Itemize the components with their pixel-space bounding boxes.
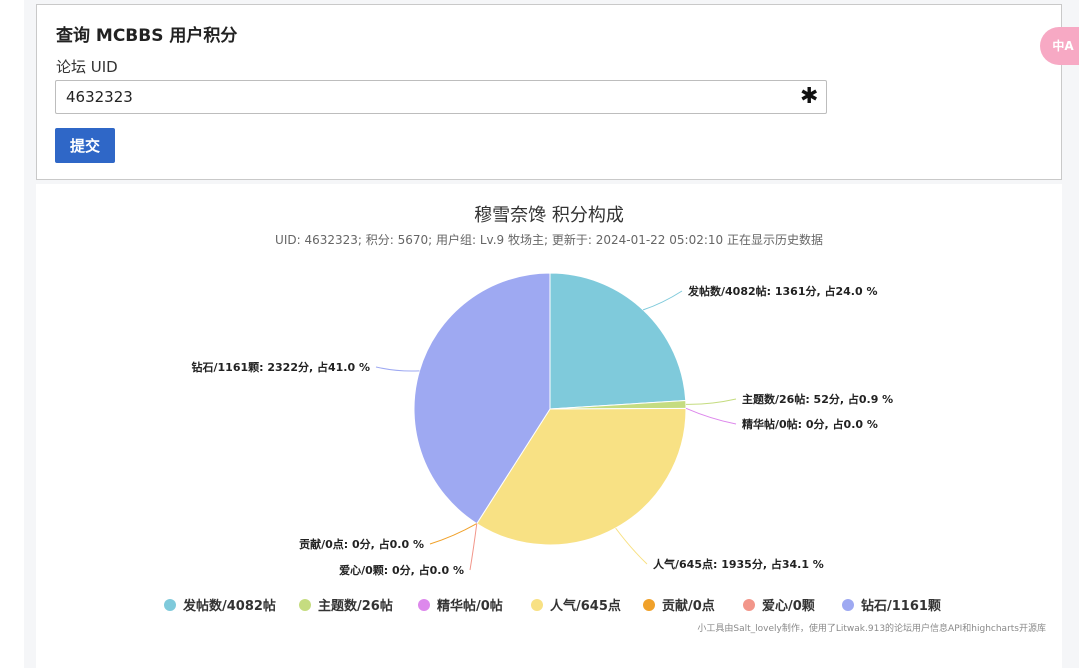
pie-data-label: 钻石/1161颗: 2322分, 占41.0 % xyxy=(192,360,370,374)
footer-credit: 小工具由Salt_lovely制作，使用了Litwak.913的论坛用户信息AP… xyxy=(697,624,1046,634)
legend-marker xyxy=(643,599,655,611)
legend-item[interactable]: 精华帖/0帖 xyxy=(418,598,503,614)
legend-label: 发帖数/4082帖 xyxy=(182,598,276,614)
uid-input[interactable] xyxy=(55,80,827,114)
legend-item[interactable]: 贡献/0点 xyxy=(643,598,715,614)
legend-marker xyxy=(164,599,176,611)
pie-slice[interactable] xyxy=(549,272,687,410)
pie-data-label: 精华帖/0帖: 0分, 占0.0 % xyxy=(742,417,878,431)
legend-item[interactable]: 主题数/26帖 xyxy=(299,598,393,614)
chart-subtitle: UID: 4632323; 积分: 5670; 用户组: Lv.9 牧场主; 更… xyxy=(275,232,823,247)
translate-icon[interactable]: 中A xyxy=(1040,27,1079,65)
legend-marker xyxy=(418,599,430,611)
legend-item[interactable]: 爱心/0颗 xyxy=(743,598,815,614)
pie-data-label: 贡献/0点: 0分, 占0.0 % xyxy=(299,537,424,551)
legend-marker xyxy=(299,599,311,611)
pie-connector xyxy=(642,290,683,311)
uid-label: 论坛 UID xyxy=(56,58,118,76)
required-asterisk-icon: ✱ xyxy=(800,84,819,109)
legend-label: 人气/645点 xyxy=(550,598,621,614)
chart-legend: 发帖数/4082帖 主题数/26帖 精华帖/0帖 人气/645点 贡献/0点 爱心/0颗 钻… xyxy=(164,598,941,614)
pie-connector xyxy=(429,523,478,545)
legend-label: 主题数/26帖 xyxy=(318,598,393,614)
pie-connector xyxy=(469,523,478,571)
legend-marker xyxy=(842,599,854,611)
pie-connector xyxy=(685,407,737,425)
chart-panel: 穆雪奈馋 积分构成 UID: 4632323; 积分: 5670; 用户组: L… xyxy=(36,184,1062,668)
legend-item[interactable]: 发帖数/4082帖 xyxy=(164,598,276,614)
pie-connector xyxy=(375,366,420,372)
pie-data-label: 发帖数/4082帖: 1361分, 占24.0 % xyxy=(687,284,877,298)
pie-slices xyxy=(413,272,687,546)
legend-label: 钻石/1161颗 xyxy=(861,598,941,614)
legend-item[interactable]: 钻石/1161颗 xyxy=(842,598,941,614)
legend-label: 精华帖/0帖 xyxy=(437,598,503,614)
pie-connector xyxy=(615,527,648,565)
pie-chart: 穆雪奈馋 积分构成 UID: 4632323; 积分: 5670; 用户组: L… xyxy=(164,205,941,614)
pie-data-label: 爱心/0颗: 0分, 占0.0 % xyxy=(339,563,464,577)
legend-marker xyxy=(531,599,543,611)
pie-data-label: 人气/645点: 1935分, 占34.1 % xyxy=(653,557,824,571)
chart-title: 穆雪奈馋 积分构成 xyxy=(474,205,624,226)
legend-label: 贡献/0点 xyxy=(662,598,715,614)
pie-connector xyxy=(685,398,737,405)
legend-item[interactable]: 人气/645点 xyxy=(531,598,621,614)
legend-label: 爱心/0颗 xyxy=(762,598,815,614)
submit-button[interactable]: 提交 xyxy=(55,128,115,163)
query-form-card: 查询 MCBBS 用户积分 论坛 UID ✱ 提交 xyxy=(36,4,1062,180)
pie-data-label: 主题数/26帖: 52分, 占0.9 % xyxy=(742,392,893,406)
form-title: 查询 MCBBS 用户积分 xyxy=(56,26,238,46)
legend-marker xyxy=(743,599,755,611)
